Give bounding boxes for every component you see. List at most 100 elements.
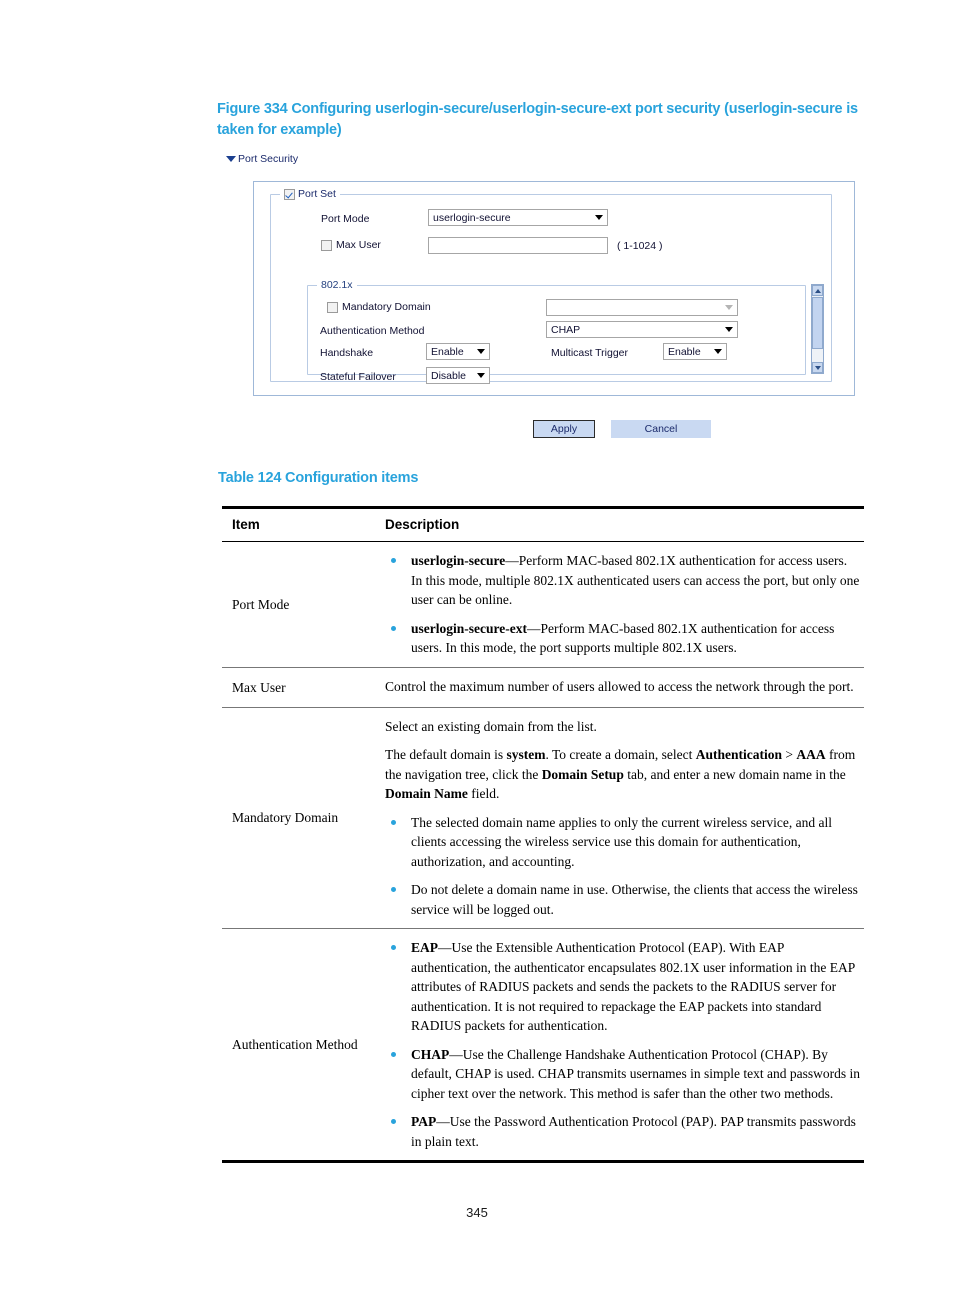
triangle-down-icon bbox=[814, 365, 821, 370]
table-row: Authentication Method EAP—Use the Extens… bbox=[222, 929, 864, 1160]
text-fragment: . To create a domain, select bbox=[545, 747, 696, 763]
list-item: Do not delete a domain name in use. Othe… bbox=[385, 880, 860, 919]
max-user-checkbox[interactable] bbox=[321, 239, 332, 251]
term-system: system bbox=[506, 747, 546, 763]
mandatory-domain-checkbox[interactable] bbox=[327, 301, 338, 313]
table-bottom-rule bbox=[222, 1160, 864, 1164]
text-fragment: field. bbox=[467, 786, 500, 802]
term-pap: PAP bbox=[411, 1114, 437, 1130]
list-item: userlogin-secure-ext—Perform MAC-based 8… bbox=[385, 619, 860, 658]
row-item-authentication-method: Authentication Method bbox=[232, 1037, 358, 1053]
term-aaa: AAA bbox=[796, 747, 826, 763]
figure-screenshot: Port Security Port Set Port Mode userlog… bbox=[222, 150, 862, 450]
bullet-text: —Use the Password Authentication Protoco… bbox=[411, 1114, 856, 1149]
configuration-items-table: Item Description Port Mode userlogin-sec… bbox=[222, 506, 864, 1164]
apply-button[interactable]: Apply bbox=[533, 420, 595, 438]
chevron-down-icon bbox=[595, 215, 603, 220]
list-item: EAP—Use the Extensible Authentication Pr… bbox=[385, 938, 860, 1036]
row-item-port-mode: Port Mode bbox=[232, 596, 290, 612]
port-mode-value: userlogin-secure bbox=[433, 211, 511, 224]
auth-method-label: Authentication Method bbox=[320, 325, 425, 337]
multicast-trigger-select[interactable]: Enable bbox=[663, 343, 727, 360]
paragraph-default-domain: The default domain is system. To create … bbox=[385, 745, 860, 804]
page-number: 345 bbox=[466, 1205, 488, 1220]
term-domain-setup: Domain Setup bbox=[541, 766, 624, 782]
row-description-mandatory-domain: Select an existing domain from the list.… bbox=[385, 708, 864, 929]
port-security-header[interactable]: Port Security bbox=[226, 153, 298, 165]
term-domain-name: Domain Name bbox=[385, 786, 468, 802]
column-header-item: Item bbox=[232, 517, 260, 532]
term-eap: EAP bbox=[411, 940, 438, 956]
row-item-mandatory-domain: Mandatory Domain bbox=[232, 810, 339, 826]
bullet-text: —Use the Challenge Handshake Authenticat… bbox=[411, 1046, 860, 1101]
chevron-down-icon bbox=[725, 305, 733, 310]
multicast-trigger-label: Multicast Trigger bbox=[551, 347, 629, 359]
auth-method-select[interactable]: CHAP bbox=[546, 321, 738, 338]
list-item: userlogin-secure—Perform MAC-based 802.1… bbox=[385, 551, 860, 610]
port-mode-label: Port Mode bbox=[321, 213, 370, 225]
bullet-list: EAP—Use the Extensible Authentication Pr… bbox=[385, 938, 860, 1151]
cancel-button[interactable]: Cancel bbox=[611, 420, 711, 438]
dot1x-label: 802.1x bbox=[321, 279, 353, 291]
term-authentication: Authentication bbox=[695, 747, 782, 763]
dot1x-scrollbar[interactable] bbox=[811, 284, 824, 374]
chevron-down-icon bbox=[477, 349, 485, 354]
row-description-authentication-method: EAP—Use the Extensible Authentication Pr… bbox=[385, 929, 864, 1160]
port-set-checkbox[interactable] bbox=[284, 188, 295, 200]
max-user-label: Max User bbox=[336, 239, 381, 251]
table-row: Port Mode userlogin-secure—Perform MAC-b… bbox=[222, 542, 864, 667]
table-row: Max User Control the maximum number of u… bbox=[222, 668, 864, 707]
max-user-checkbox-row[interactable]: Max User bbox=[321, 239, 381, 251]
port-set-legend[interactable]: Port Set bbox=[280, 188, 340, 200]
port-security-title: Port Security bbox=[238, 153, 299, 165]
column-header-description: Description bbox=[385, 517, 460, 532]
dot1x-legend: 802.1x bbox=[317, 279, 357, 291]
triangle-up-icon bbox=[814, 288, 821, 293]
stateful-failover-value: Disable bbox=[431, 369, 467, 382]
bullet-list: The selected domain name applies to only… bbox=[385, 813, 860, 920]
dot1x-group: 802.1x Mandatory Domain Authentication M… bbox=[307, 279, 806, 384]
paragraph: Control the maximum number of users allo… bbox=[385, 678, 854, 694]
bullet-text: —Use the Extensible Authentication Proto… bbox=[411, 940, 855, 1034]
list-item: PAP—Use the Password Authentication Prot… bbox=[385, 1112, 860, 1151]
mandatory-domain-select[interactable] bbox=[546, 299, 738, 316]
max-user-input[interactable] bbox=[428, 237, 608, 254]
stateful-failover-select[interactable]: Disable bbox=[426, 367, 490, 384]
collapse-triangle-icon[interactable] bbox=[226, 156, 236, 162]
figure-caption: Figure 334 Configuring userlogin-secure/… bbox=[217, 101, 858, 138]
row-description-max-user: Control the maximum number of users allo… bbox=[385, 668, 864, 706]
table-row: Mandatory Domain Select an existing doma… bbox=[222, 708, 864, 929]
scroll-up-button[interactable] bbox=[812, 285, 823, 296]
table-caption: Table 124 Configuration items bbox=[218, 470, 419, 486]
port-set-label: Port Set bbox=[298, 188, 336, 200]
max-user-range-hint: ( 1-1024 ) bbox=[617, 240, 663, 252]
list-item: CHAP—Use the Challenge Handshake Authent… bbox=[385, 1045, 860, 1104]
scroll-down-button[interactable] bbox=[812, 362, 823, 373]
port-mode-select[interactable]: userlogin-secure bbox=[428, 209, 608, 226]
text-fragment: tab, and enter a new domain name in the bbox=[623, 766, 846, 782]
paragraph: Select an existing domain from the list. bbox=[385, 718, 597, 734]
table-header-row: Item Description bbox=[222, 509, 864, 541]
term-userlogin-secure: userlogin-secure bbox=[411, 553, 506, 569]
port-security-panel: Port Set Port Mode userlogin-secure Max … bbox=[253, 181, 855, 396]
chevron-down-icon bbox=[477, 373, 485, 378]
stateful-failover-label: Stateful Failover bbox=[320, 371, 396, 383]
term-chap: CHAP bbox=[411, 1046, 450, 1062]
auth-method-value: CHAP bbox=[551, 323, 581, 336]
chevron-down-icon bbox=[714, 349, 722, 354]
port-set-group: Port Set Port Mode userlogin-secure Max … bbox=[270, 188, 832, 384]
text-fragment: > bbox=[781, 747, 797, 763]
bullet-list: userlogin-secure—Perform MAC-based 802.1… bbox=[385, 551, 860, 658]
chevron-down-icon bbox=[725, 327, 733, 332]
handshake-label: Handshake bbox=[320, 347, 374, 359]
text-fragment: The default domain is bbox=[385, 747, 507, 763]
mandatory-domain-label: Mandatory Domain bbox=[342, 301, 431, 313]
mandatory-domain-checkbox-row[interactable]: Mandatory Domain bbox=[327, 301, 431, 313]
term-userlogin-secure-ext: userlogin-secure-ext bbox=[411, 620, 527, 636]
handshake-value: Enable bbox=[431, 345, 464, 358]
document-page: Figure 334 Configuring userlogin-secure/… bbox=[0, 0, 954, 1296]
row-item-max-user: Max User bbox=[232, 679, 286, 695]
list-item: The selected domain name applies to only… bbox=[385, 813, 860, 872]
scrollbar-thumb[interactable] bbox=[812, 297, 823, 349]
handshake-select[interactable]: Enable bbox=[426, 343, 490, 360]
